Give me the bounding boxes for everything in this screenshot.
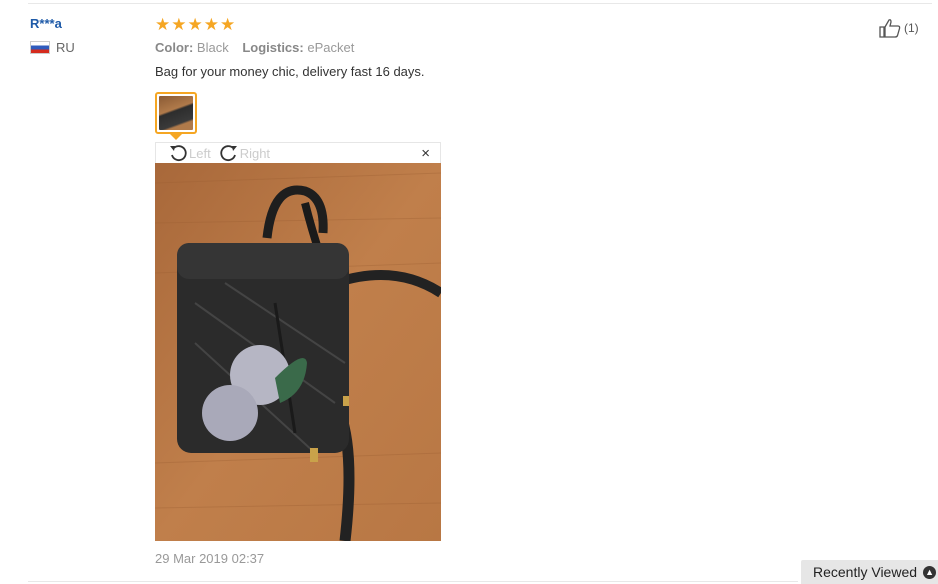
logistics-label: Logistics: — [242, 40, 304, 55]
helpful-button[interactable]: (1) — [878, 17, 919, 39]
review-photo-large — [155, 163, 441, 541]
close-viewer-button[interactable]: × — [421, 146, 430, 161]
star-icon: ★ — [155, 14, 171, 34]
backpack-photo — [155, 163, 441, 541]
logistics-value: ePacket — [307, 40, 355, 55]
chevron-up-icon: ▲ — [923, 565, 937, 579]
rotate-left-button[interactable]: Left — [168, 143, 211, 163]
color-value: Black — [196, 40, 229, 55]
review-photo-thumbnail[interactable] — [155, 92, 197, 134]
order-attributes: Color: Black Logistics: ePacket — [155, 40, 855, 55]
recently-viewed-label: Recently Viewed — [813, 564, 918, 580]
star-rating: ★ ★ ★ ★ ★ — [155, 14, 855, 34]
rotate-right-button[interactable]: Right — [219, 143, 270, 163]
bottom-divider — [28, 581, 798, 582]
review-date: 29 Mar 2019 02:37 — [155, 551, 265, 566]
photo-viewer-toolbar: Left Right × — [155, 142, 441, 163]
country-code: RU — [56, 40, 75, 55]
review-body: ★ ★ ★ ★ ★ Color: Black Logistics: ePacke… — [155, 14, 855, 80]
recently-viewed-tab[interactable]: Recently Viewed ▲ — [801, 560, 938, 584]
rotate-right-label: Right — [239, 145, 271, 161]
color-label: Color: — [155, 40, 194, 55]
star-icon: ★ — [220, 14, 236, 34]
thumbnail-caret — [170, 134, 182, 140]
thumbs-up-icon — [879, 19, 901, 38]
thumbnail-image — [159, 96, 193, 130]
star-icon: ★ — [171, 14, 187, 34]
rotate-left-label: Left — [189, 145, 211, 161]
reviewer-info: R***a RU — [30, 16, 140, 55]
top-divider — [28, 3, 932, 4]
rotate-right-icon — [220, 145, 237, 162]
rotate-left-icon — [170, 145, 187, 162]
star-icon: ★ — [203, 14, 219, 34]
helpful-count: (1) — [904, 21, 919, 35]
reviewer-country: RU — [30, 40, 140, 55]
star-icon: ★ — [187, 14, 203, 34]
review-text: Bag for your money chic, delivery fast 1… — [155, 64, 425, 79]
russia-flag-icon — [30, 41, 50, 54]
reviewer-name[interactable]: R***a — [30, 16, 140, 31]
